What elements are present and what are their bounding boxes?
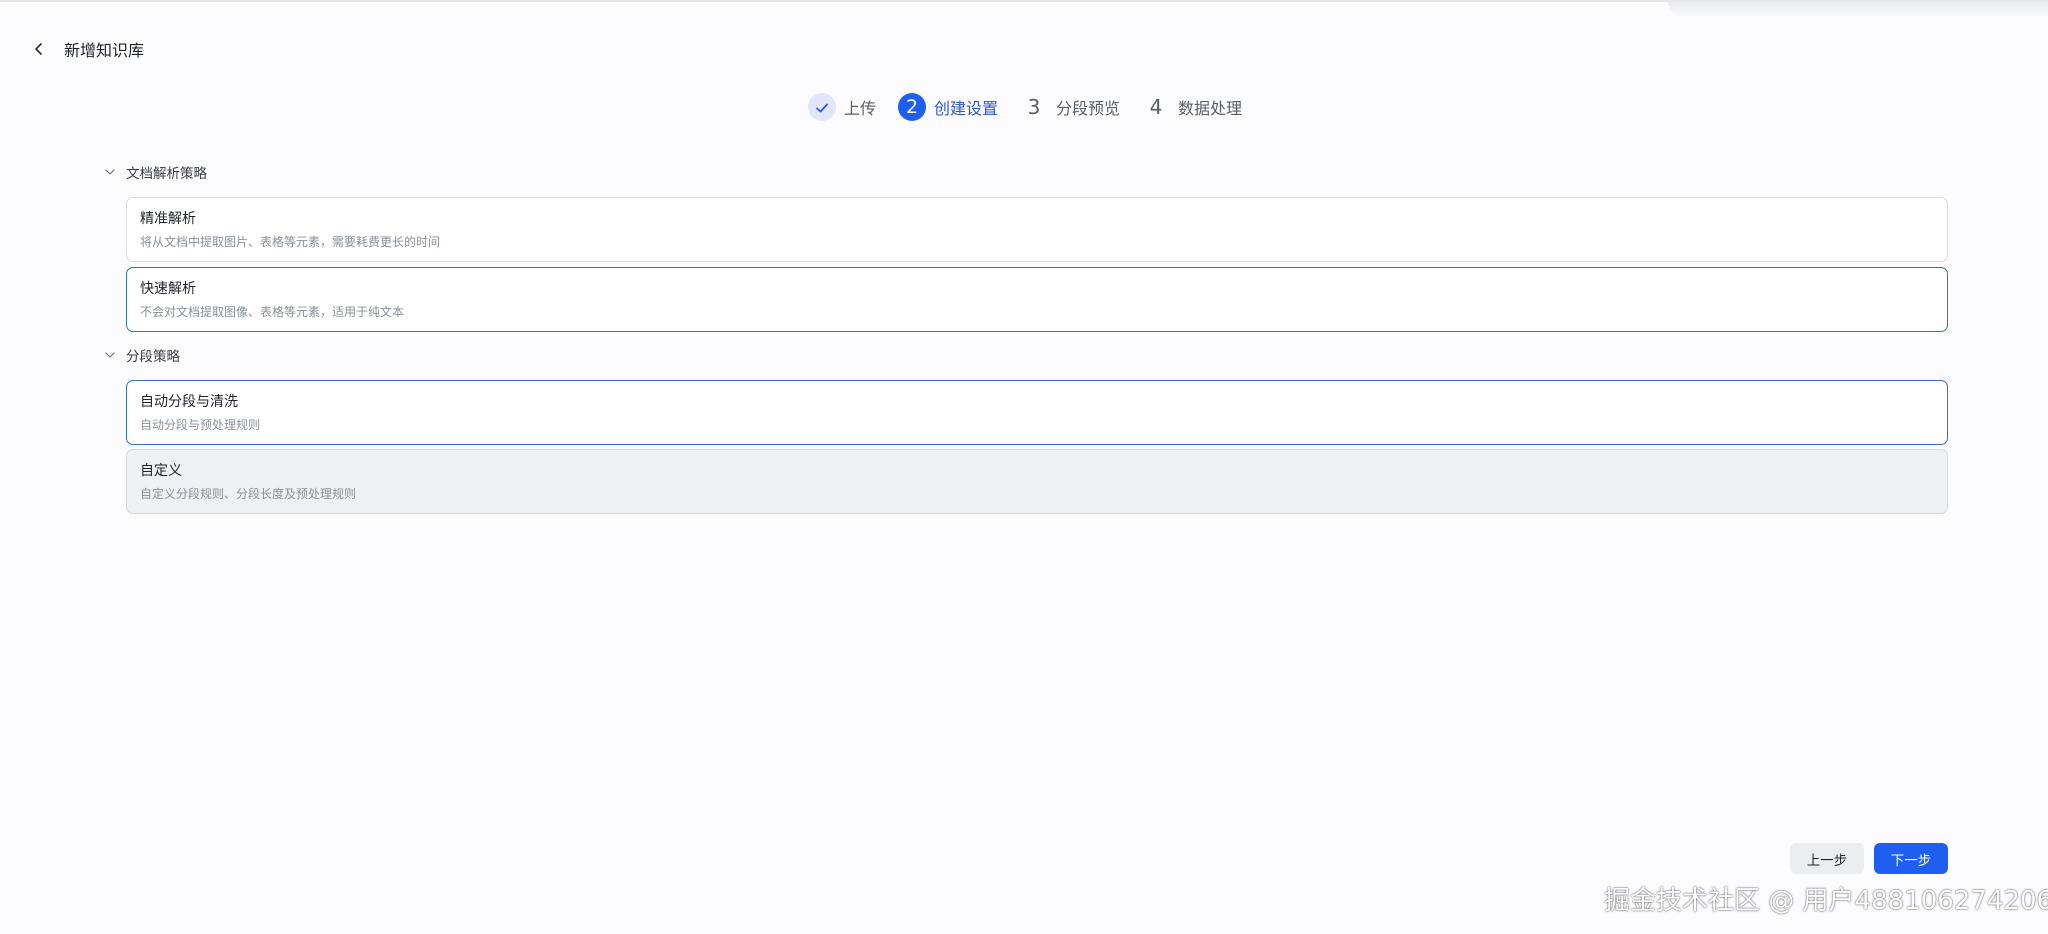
step-number: 2 — [898, 93, 927, 121]
option-description: 不会对文档提取图像、表格等元素，适用于纯文本 — [140, 305, 405, 319]
section-title: 分段策略 — [126, 349, 180, 365]
option-title: 自定义 — [140, 463, 182, 479]
watermark-text: 掘金技术社区 @ 用户4881062742067 — [1604, 886, 2048, 916]
back-button[interactable] — [32, 36, 46, 62]
step-upload[interactable]: 上传 — [808, 93, 876, 121]
step-label: 数据处理 — [1178, 99, 1243, 118]
top-edge-shadow — [1668, 2, 2048, 18]
page-title: 新增知识库 — [64, 41, 145, 60]
section-title: 文档解析策略 — [126, 166, 207, 182]
check-icon — [815, 95, 829, 119]
step-done-indicator — [808, 93, 836, 121]
step-create-settings[interactable]: 2 创建设置 — [898, 93, 998, 121]
option-auto-segment[interactable]: 自动分段与清洗 自动分段与预处理规则 — [126, 380, 1948, 445]
option-title: 快速解析 — [140, 281, 196, 297]
option-description: 自动分段与预处理规则 — [140, 418, 261, 432]
step-label: 创建设置 — [934, 99, 999, 118]
chevron-left-icon — [34, 40, 44, 59]
step-data-processing[interactable]: 4 数据处理 — [1142, 93, 1242, 121]
stepper: 上传 2 创建设置 3 分段预览 4 数据处理 — [0, 90, 2048, 124]
option-title: 自动分段与清洗 — [140, 394, 238, 410]
section-parse-strategy-toggle[interactable]: 文档解析策略 — [104, 162, 207, 182]
option-title: 精准解析 — [140, 211, 196, 227]
next-step-button[interactable]: 下一步 — [1874, 843, 1948, 874]
section-segment-strategy-toggle[interactable]: 分段策略 — [104, 345, 180, 365]
option-fast-parse[interactable]: 快速解析 不会对文档提取图像、表格等元素，适用于纯文本 — [126, 267, 1948, 332]
step-segment-preview[interactable]: 3 分段预览 — [1020, 93, 1120, 121]
prev-step-button[interactable]: 上一步 — [1790, 843, 1864, 874]
step-number: 4 — [1149, 95, 1163, 119]
app-window: 新增知识库 上传 2 创建设置 3 分段预览 4 数据处理 文档解析策略 精准解… — [0, 0, 2048, 934]
option-custom-segment[interactable]: 自定义 自定义分段规则、分段长度及预处理规则 — [126, 449, 1948, 514]
step-label: 分段预览 — [1056, 99, 1121, 118]
step-number: 3 — [1027, 95, 1041, 119]
option-description: 将从文档中提取图片、表格等元素，需要耗费更长的时间 — [140, 235, 441, 249]
option-precise-parse[interactable]: 精准解析 将从文档中提取图片、表格等元素，需要耗费更长的时间 — [126, 197, 1948, 262]
chevron-down-icon — [104, 166, 116, 178]
option-description: 自定义分段规则、分段长度及预处理规则 — [140, 487, 357, 501]
chevron-down-icon — [104, 349, 116, 361]
step-label: 上传 — [844, 99, 877, 118]
page-header: 新增知识库 — [32, 36, 144, 62]
